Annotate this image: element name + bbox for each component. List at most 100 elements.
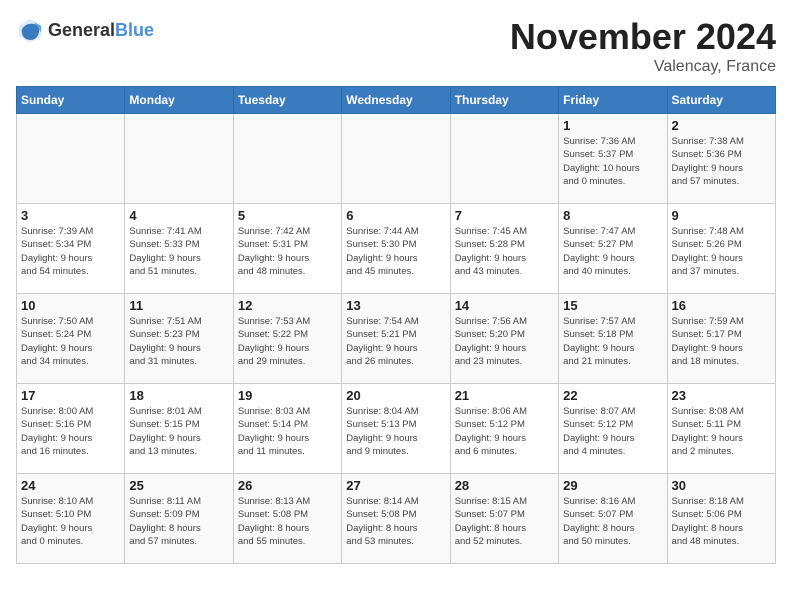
- day-info: Sunrise: 8:16 AM Sunset: 5:07 PM Dayligh…: [563, 495, 662, 548]
- day-info: Sunrise: 7:38 AM Sunset: 5:36 PM Dayligh…: [672, 135, 771, 188]
- day-info: Sunrise: 7:50 AM Sunset: 5:24 PM Dayligh…: [21, 315, 120, 368]
- weekday-header: Thursday: [450, 87, 558, 114]
- calendar-cell: [233, 114, 341, 204]
- calendar-cell: 21Sunrise: 8:06 AM Sunset: 5:12 PM Dayli…: [450, 384, 558, 474]
- day-number: 24: [21, 478, 120, 493]
- calendar-cell: 25Sunrise: 8:11 AM Sunset: 5:09 PM Dayli…: [125, 474, 233, 564]
- day-info: Sunrise: 7:45 AM Sunset: 5:28 PM Dayligh…: [455, 225, 554, 278]
- day-number: 16: [672, 298, 771, 313]
- day-info: Sunrise: 7:41 AM Sunset: 5:33 PM Dayligh…: [129, 225, 228, 278]
- calendar-week-row: 10 Sunrise: 7:50 AM Sunset: 5:24 PM Dayli…: [17, 294, 776, 384]
- day-number: 9: [672, 208, 771, 223]
- weekday-header: Friday: [559, 87, 667, 114]
- day-number: 12: [238, 298, 337, 313]
- calendar-week-row: 24 Sunrise: 8:10 AM Sunset: 5:10 PM Dayli…: [17, 474, 776, 564]
- calendar-cell: [125, 114, 233, 204]
- day-info: Sunrise: 8:00 AM Sunset: 5:16 PM Dayligh…: [21, 405, 120, 458]
- logo-text: GeneralBlue: [48, 20, 154, 41]
- calendar-cell: 5Sunrise: 7:42 AM Sunset: 5:31 PM Daylig…: [233, 204, 341, 294]
- day-number: 30: [672, 478, 771, 493]
- calendar-cell: 28 Sunrise: 8:15 AM Sunset: 5:07 PM Dayli…: [450, 474, 558, 564]
- day-number: 13: [346, 298, 445, 313]
- day-info: Sunrise: 7:44 AM Sunset: 5:30 PM Dayligh…: [346, 225, 445, 278]
- weekday-header: Saturday: [667, 87, 775, 114]
- calendar-header-row: SundayMondayTuesdayWednesdayThursdayFrid…: [17, 87, 776, 114]
- weekday-header: Wednesday: [342, 87, 450, 114]
- day-number: 10: [21, 298, 120, 313]
- weekday-header: Sunday: [17, 87, 125, 114]
- day-info: Sunrise: 8:01 AM Sunset: 5:15 PM Dayligh…: [129, 405, 228, 458]
- day-info: Sunrise: 7:36 AM Sunset: 5:37 PM Dayligh…: [563, 135, 662, 188]
- calendar-cell: 12 Sunrise: 7:53 AM Sunset: 5:22 PM Dayli…: [233, 294, 341, 384]
- calendar-cell: 17 Sunrise: 8:00 AM Sunset: 5:16 PM Dayli…: [17, 384, 125, 474]
- day-number: 17: [21, 388, 120, 403]
- calendar-cell: 14Sunrise: 7:56 AM Sunset: 5:20 PM Dayli…: [450, 294, 558, 384]
- day-number: 3: [21, 208, 120, 223]
- day-info: Sunrise: 8:03 AM Sunset: 5:14 PM Dayligh…: [238, 405, 337, 458]
- day-info: Sunrise: 8:18 AM Sunset: 5:06 PM Dayligh…: [672, 495, 771, 548]
- calendar-cell: 9 Sunrise: 7:48 AM Sunset: 5:26 PM Daylig…: [667, 204, 775, 294]
- calendar-cell: [450, 114, 558, 204]
- logo-icon: [16, 16, 44, 44]
- day-info: Sunrise: 8:08 AM Sunset: 5:11 PM Dayligh…: [672, 405, 771, 458]
- day-number: 22: [563, 388, 662, 403]
- day-info: Sunrise: 7:51 AM Sunset: 5:23 PM Dayligh…: [129, 315, 228, 368]
- day-info: Sunrise: 8:10 AM Sunset: 5:10 PM Dayligh…: [21, 495, 120, 548]
- day-info: Sunrise: 7:59 AM Sunset: 5:17 PM Dayligh…: [672, 315, 771, 368]
- day-number: 26: [238, 478, 337, 493]
- day-number: 25: [129, 478, 228, 493]
- day-number: 19: [238, 388, 337, 403]
- header: GeneralBlue November 2024 Valencay, Fran…: [16, 16, 776, 76]
- location-title: Valencay, France: [510, 58, 776, 76]
- title-area: November 2024 Valencay, France: [510, 16, 776, 76]
- day-number: 4: [129, 208, 228, 223]
- day-info: Sunrise: 8:14 AM Sunset: 5:08 PM Dayligh…: [346, 495, 445, 548]
- calendar-cell: 20Sunrise: 8:04 AM Sunset: 5:13 PM Dayli…: [342, 384, 450, 474]
- calendar-week-row: 1 Sunrise: 7:36 AM Sunset: 5:37 PM Daylig…: [17, 114, 776, 204]
- calendar-week-row: 3 Sunrise: 7:39 AM Sunset: 5:34 PM Daylig…: [17, 204, 776, 294]
- day-info: Sunrise: 8:13 AM Sunset: 5:08 PM Dayligh…: [238, 495, 337, 548]
- calendar-cell: 24 Sunrise: 8:10 AM Sunset: 5:10 PM Dayli…: [17, 474, 125, 564]
- day-number: 20: [346, 388, 445, 403]
- calendar-cell: 3 Sunrise: 7:39 AM Sunset: 5:34 PM Daylig…: [17, 204, 125, 294]
- day-info: Sunrise: 8:15 AM Sunset: 5:07 PM Dayligh…: [455, 495, 554, 548]
- day-number: 29: [563, 478, 662, 493]
- day-number: 18: [129, 388, 228, 403]
- calendar-week-row: 17 Sunrise: 8:00 AM Sunset: 5:16 PM Dayli…: [17, 384, 776, 474]
- calendar-body: 1 Sunrise: 7:36 AM Sunset: 5:37 PM Daylig…: [17, 114, 776, 564]
- calendar-cell: 30 Sunrise: 8:18 AM Sunset: 5:06 PM Dayli…: [667, 474, 775, 564]
- day-info: Sunrise: 7:53 AM Sunset: 5:22 PM Dayligh…: [238, 315, 337, 368]
- calendar-cell: 13 Sunrise: 7:54 AM Sunset: 5:21 PM Dayli…: [342, 294, 450, 384]
- day-number: 23: [672, 388, 771, 403]
- calendar-cell: 15 Sunrise: 7:57 AM Sunset: 5:18 PM Dayli…: [559, 294, 667, 384]
- day-info: Sunrise: 7:39 AM Sunset: 5:34 PM Dayligh…: [21, 225, 120, 278]
- day-info: Sunrise: 8:07 AM Sunset: 5:12 PM Dayligh…: [563, 405, 662, 458]
- day-info: Sunrise: 7:48 AM Sunset: 5:26 PM Dayligh…: [672, 225, 771, 278]
- calendar-cell: 26 Sunrise: 8:13 AM Sunset: 5:08 PM Dayli…: [233, 474, 341, 564]
- calendar-cell: 1 Sunrise: 7:36 AM Sunset: 5:37 PM Daylig…: [559, 114, 667, 204]
- calendar-cell: 16 Sunrise: 7:59 AM Sunset: 5:17 PM Dayli…: [667, 294, 775, 384]
- day-number: 6: [346, 208, 445, 223]
- month-title: November 2024: [510, 16, 776, 58]
- day-number: 1: [563, 118, 662, 133]
- calendar-cell: 27Sunrise: 8:14 AM Sunset: 5:08 PM Dayli…: [342, 474, 450, 564]
- day-number: 28: [455, 478, 554, 493]
- weekday-header: Monday: [125, 87, 233, 114]
- calendar-cell: 2 Sunrise: 7:38 AM Sunset: 5:36 PM Daylig…: [667, 114, 775, 204]
- calendar-cell: 7 Sunrise: 7:45 AM Sunset: 5:28 PM Daylig…: [450, 204, 558, 294]
- day-number: 21: [455, 388, 554, 403]
- day-number: 2: [672, 118, 771, 133]
- calendar-cell: 22 Sunrise: 8:07 AM Sunset: 5:12 PM Dayli…: [559, 384, 667, 474]
- day-info: Sunrise: 7:54 AM Sunset: 5:21 PM Dayligh…: [346, 315, 445, 368]
- day-number: 7: [455, 208, 554, 223]
- calendar-cell: 18 Sunrise: 8:01 AM Sunset: 5:15 PM Dayli…: [125, 384, 233, 474]
- calendar-table: SundayMondayTuesdayWednesdayThursdayFrid…: [16, 86, 776, 564]
- logo: GeneralBlue: [16, 16, 154, 44]
- calendar-cell: 6 Sunrise: 7:44 AM Sunset: 5:30 PM Daylig…: [342, 204, 450, 294]
- calendar-cell: 10 Sunrise: 7:50 AM Sunset: 5:24 PM Dayli…: [17, 294, 125, 384]
- day-number: 15: [563, 298, 662, 313]
- day-info: Sunrise: 7:57 AM Sunset: 5:18 PM Dayligh…: [563, 315, 662, 368]
- day-number: 14: [455, 298, 554, 313]
- calendar-cell: 23 Sunrise: 8:08 AM Sunset: 5:11 PM Dayli…: [667, 384, 775, 474]
- calendar-cell: 29 Sunrise: 8:16 AM Sunset: 5:07 PM Dayli…: [559, 474, 667, 564]
